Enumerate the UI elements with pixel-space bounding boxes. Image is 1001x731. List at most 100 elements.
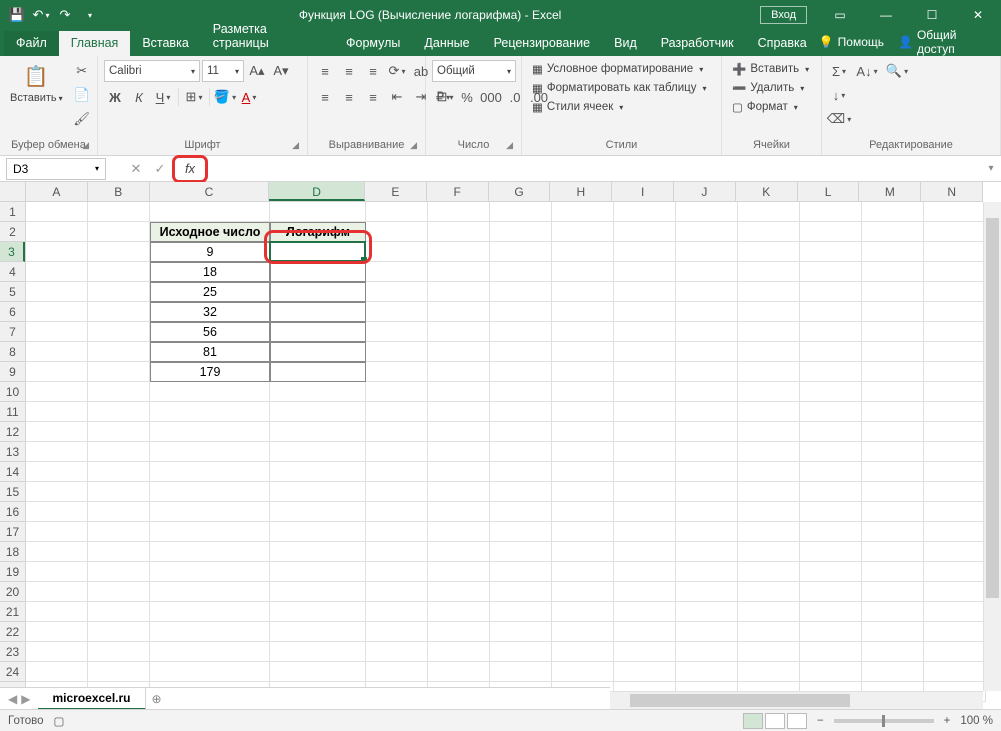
column-header-D[interactable]: D — [269, 182, 365, 201]
row-header-23[interactable]: 23 — [0, 642, 25, 662]
undo-button[interactable]: ↶▾ — [30, 4, 52, 26]
zoom-in-button[interactable]: + — [944, 715, 951, 727]
tab-file[interactable]: Файл — [4, 31, 59, 56]
cell-styles-button[interactable]: ▦ Стили ячеек▾ — [528, 98, 627, 116]
row-header-14[interactable]: 14 — [0, 462, 25, 482]
row-header-16[interactable]: 16 — [0, 502, 25, 522]
percent-button[interactable]: % — [456, 86, 478, 108]
tab-data[interactable]: Данные — [412, 31, 481, 56]
align-right-button[interactable]: ≡ — [362, 86, 384, 108]
copy-button[interactable]: 📄 — [71, 84, 93, 106]
row-header-24[interactable]: 24 — [0, 662, 25, 682]
row-header-13[interactable]: 13 — [0, 442, 25, 462]
row-header-7[interactable]: 7 — [0, 322, 25, 342]
sort-filter-button[interactable]: A↓▾ — [854, 60, 880, 82]
insert-function-button[interactable]: fx — [178, 158, 202, 180]
row-header-19[interactable]: 19 — [0, 562, 25, 582]
column-header-I[interactable]: I — [612, 182, 674, 201]
row-header-17[interactable]: 17 — [0, 522, 25, 542]
column-header-L[interactable]: L — [798, 182, 860, 201]
column-header-G[interactable]: G — [489, 182, 551, 201]
sheet-nav-next[interactable]: ▶ — [21, 692, 30, 706]
align-center-button[interactable]: ≡ — [338, 86, 360, 108]
number-format-combo[interactable]: Общий▾ — [432, 60, 516, 82]
page-layout-view-button[interactable] — [765, 713, 785, 729]
fill-color-button[interactable]: 🪣▾ — [214, 86, 236, 108]
format-as-table-button[interactable]: ▦ Форматировать как таблицу▾ — [528, 79, 711, 97]
cell-D8[interactable] — [270, 342, 366, 362]
cell-D9[interactable] — [270, 362, 366, 382]
row-header-8[interactable]: 8 — [0, 342, 25, 362]
orientation-button[interactable]: ⟳▾ — [386, 60, 408, 82]
row-header-1[interactable]: 1 — [0, 202, 25, 222]
zoom-slider[interactable] — [834, 719, 934, 723]
row-header-18[interactable]: 18 — [0, 542, 25, 562]
tab-formulas[interactable]: Формулы — [334, 31, 412, 56]
column-header-J[interactable]: J — [674, 182, 736, 201]
minimize-button[interactable]: — — [863, 0, 909, 30]
row-header-4[interactable]: 4 — [0, 262, 25, 282]
autosum-button[interactable]: Σ▾ — [828, 60, 850, 82]
find-select-button[interactable]: 🔍▾ — [884, 60, 910, 82]
format-cells-button[interactable]: ▢ Формат▾ — [728, 98, 802, 116]
tab-home[interactable]: Главная — [59, 31, 131, 56]
tab-developer[interactable]: Разработчик — [649, 31, 746, 56]
cell-C5[interactable]: 25 — [150, 282, 270, 302]
format-painter-button[interactable]: 🖌 — [71, 108, 93, 130]
tab-pagelayout[interactable]: Разметка страницы — [201, 17, 334, 56]
name-box[interactable]: D3▾ — [6, 158, 106, 180]
cell-D3[interactable] — [270, 242, 366, 262]
borders-button[interactable]: ⊞▾ — [183, 86, 205, 108]
row-header-2[interactable]: 2 — [0, 222, 25, 242]
row-header-10[interactable]: 10 — [0, 382, 25, 402]
vertical-scroll-thumb[interactable] — [986, 218, 999, 598]
maximize-button[interactable]: ☐ — [909, 0, 955, 30]
row-header-5[interactable]: 5 — [0, 282, 25, 302]
font-name-combo[interactable]: Calibri▾ — [104, 60, 200, 82]
column-header-M[interactable]: M — [859, 182, 921, 201]
cell-D2[interactable]: Логарифм — [270, 222, 366, 242]
login-button[interactable]: Вход — [760, 6, 807, 24]
font-size-combo[interactable]: 11▾ — [202, 60, 244, 82]
font-color-button[interactable]: A▾ — [238, 86, 260, 108]
column-header-E[interactable]: E — [365, 182, 427, 201]
sheet-nav-prev[interactable]: ◀ — [8, 692, 17, 706]
column-header-C[interactable]: C — [150, 182, 270, 201]
column-header-K[interactable]: K — [736, 182, 798, 201]
tab-help[interactable]: Справка — [746, 31, 819, 56]
cell-D4[interactable] — [270, 262, 366, 282]
currency-button[interactable]: ₽▾ — [432, 86, 454, 108]
italic-button[interactable]: К — [128, 86, 150, 108]
row-header-6[interactable]: 6 — [0, 302, 25, 322]
zoom-out-button[interactable]: − — [817, 715, 824, 727]
tab-review[interactable]: Рецензирование — [482, 31, 603, 56]
select-all-button[interactable] — [0, 182, 26, 202]
enter-formula-button[interactable]: ✓ — [148, 158, 172, 180]
tab-view[interactable]: Вид — [602, 31, 649, 56]
row-header-21[interactable]: 21 — [0, 602, 25, 622]
bold-button[interactable]: Ж — [104, 86, 126, 108]
row-header-12[interactable]: 12 — [0, 422, 25, 442]
page-break-view-button[interactable] — [787, 713, 807, 729]
cell-C6[interactable]: 32 — [150, 302, 270, 322]
cell-C7[interactable]: 56 — [150, 322, 270, 342]
row-header-22[interactable]: 22 — [0, 622, 25, 642]
zoom-level[interactable]: 100 % — [960, 715, 993, 727]
cell-C8[interactable]: 81 — [150, 342, 270, 362]
row-header-9[interactable]: 9 — [0, 362, 25, 382]
expand-formula-bar-button[interactable]: ▾ — [981, 163, 1001, 174]
vertical-scrollbar[interactable] — [983, 202, 1001, 691]
cell-C2[interactable]: Исходное число — [150, 222, 270, 242]
column-header-H[interactable]: H — [550, 182, 612, 201]
formula-input[interactable] — [216, 158, 981, 180]
cell-C3[interactable]: 9 — [150, 242, 270, 262]
qat-customize[interactable]: ▾ — [78, 4, 100, 26]
column-header-A[interactable]: A — [26, 182, 88, 201]
clear-button[interactable]: ⌫▾ — [828, 108, 850, 130]
column-header-N[interactable]: N — [921, 182, 983, 201]
paste-button[interactable]: 📋 Вставить▾ — [6, 60, 67, 106]
align-top-button[interactable]: ≡ — [314, 60, 336, 82]
column-header-B[interactable]: B — [88, 182, 150, 201]
conditional-formatting-button[interactable]: ▦ Условное форматирование▾ — [528, 60, 707, 78]
insert-cells-button[interactable]: ➕ Вставить▾ — [728, 60, 813, 78]
